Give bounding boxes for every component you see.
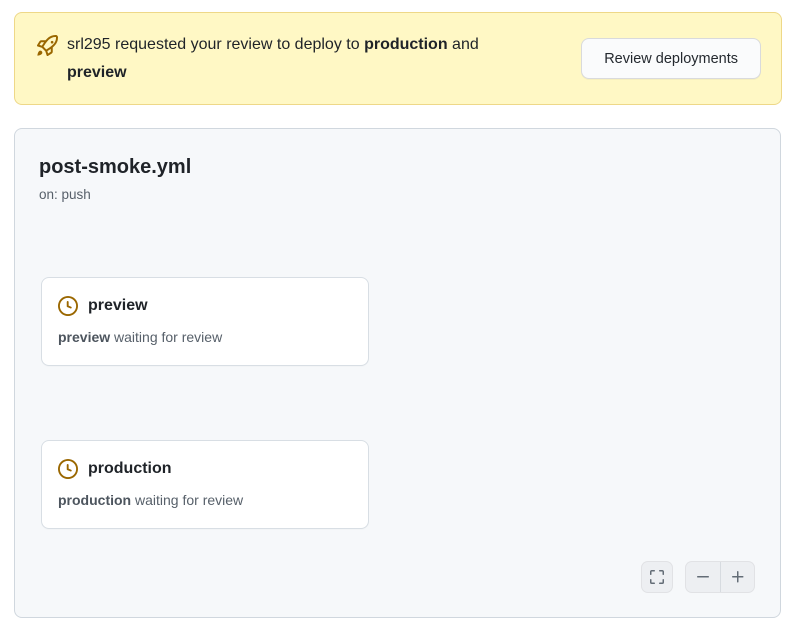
plus-icon [730,569,746,585]
zoom-control [685,561,755,593]
screen-full-icon [649,569,665,585]
rocket-icon [37,35,58,56]
job-status: production waiting for review [58,492,352,508]
banner-env-preview: preview [67,64,127,81]
banner-text-before: srl295 requested your review to deploy t… [67,36,364,53]
zoom-in-button[interactable] [720,562,754,592]
deployment-review-banner: srl295 requested your review to deploy t… [14,12,782,105]
banner-text-between: and [448,36,479,53]
workflow-title: post-smoke.yml [39,156,191,179]
job-name: preview [88,297,148,315]
job-status-env: preview [58,329,110,345]
job-status-rest: waiting for review [110,329,222,345]
zoom-out-button[interactable] [686,562,720,592]
banner-message: srl295 requested your review to deploy t… [37,31,542,87]
job-status-env: production [58,492,131,508]
banner-env-production: production [364,36,448,53]
graph-controls [641,561,755,593]
job-header: production [58,459,352,479]
clock-icon [58,459,78,479]
fullscreen-button[interactable] [641,561,673,593]
clock-icon [58,296,78,316]
job-card-production[interactable]: production production waiting for review [41,440,369,529]
job-name: production [88,460,172,478]
review-deployments-button[interactable]: Review deployments [581,38,761,79]
banner-text: srl295 requested your review to deploy t… [67,31,542,87]
job-card-preview[interactable]: preview preview waiting for review [41,277,369,366]
job-header: preview [58,296,352,316]
workflow-graph-card: post-smoke.yml on: push preview preview … [14,128,781,618]
minus-icon [695,569,711,585]
job-status-rest: waiting for review [131,492,243,508]
workflow-trigger: on: push [39,187,91,202]
job-status: preview waiting for review [58,329,352,345]
